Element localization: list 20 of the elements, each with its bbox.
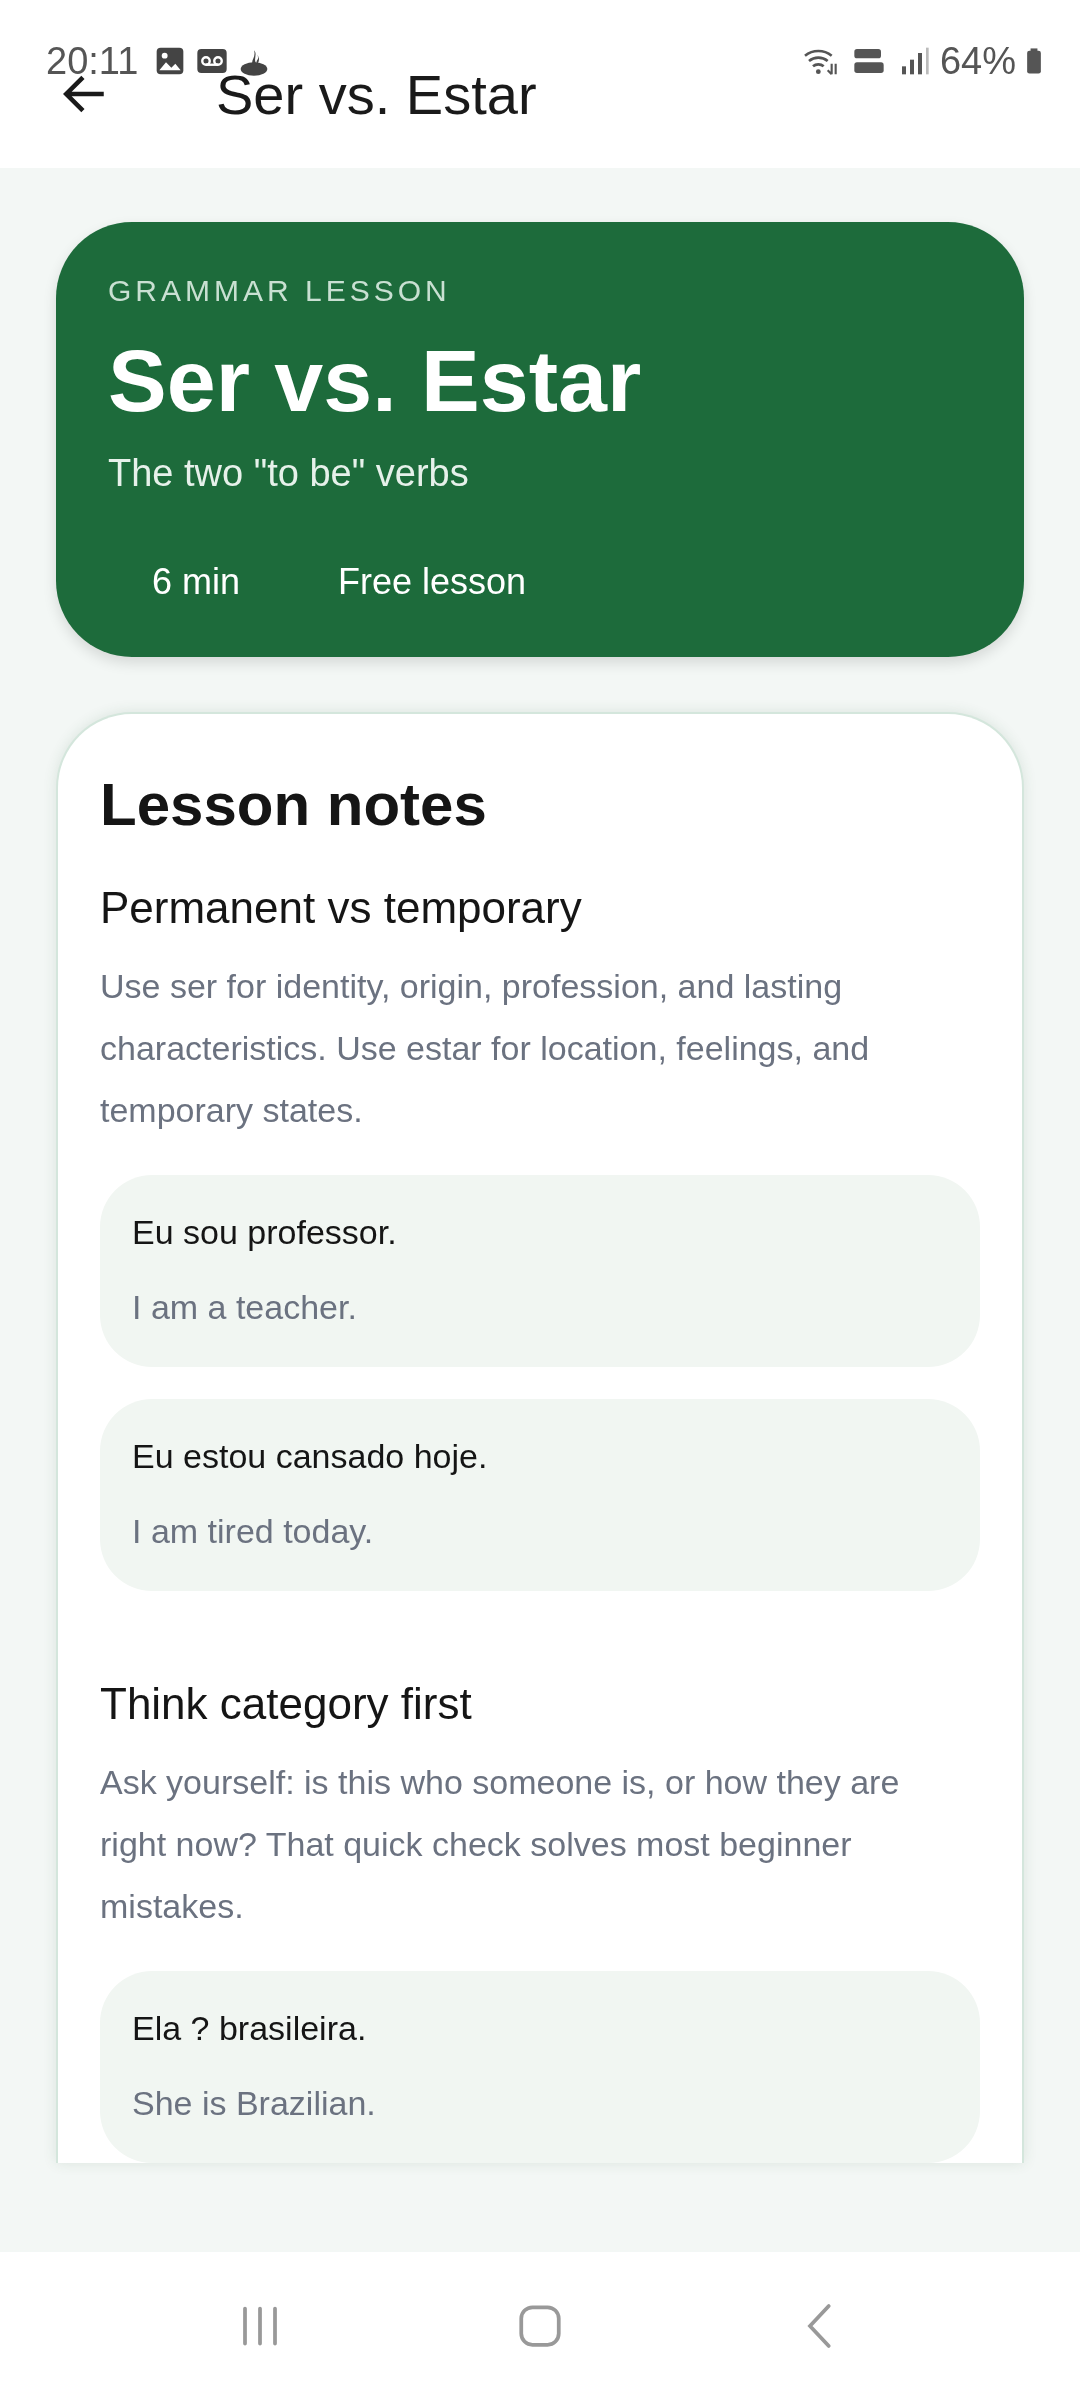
example-translation: I am tired today. [132,1512,375,1551]
lesson-meta: 6 min [152,561,241,603]
example-phrase: Eu sou professor. [132,1213,398,1252]
section-heading: Think category first [100,1679,473,1729]
battery-percentage: 64% [939,39,1016,83]
screen-title: Ser vs. Estar [216,61,537,127]
lesson-subtitle: The two "to be" verbs [108,452,470,495]
example-translation: She is Brazilian. [132,2084,377,2123]
status-time: 20:11 [46,39,139,83]
lesson-title: Ser vs. Estar [108,330,643,432]
example-phrase: Eu estou cansado hoje. [132,1437,489,1476]
section-heading: Permanent vs temporary [100,883,583,933]
battery-icon [1026,46,1042,76]
section-text: Ask yourself: is this who someone is, or how they are right now? That quick check solves most beginner mistakes. [100,1762,901,1927]
lesson-category: GRAMMAR LESSON [108,274,452,308]
notes-heading: Lesson notes [100,770,488,839]
example-translation: I am a teacher. [132,1288,358,1327]
lesson-meta: Free lesson [338,561,527,603]
section-text: Use ser for identity, origin, profession, and lasting characteristics. Use estar for location, feelings, and temporary states. [100,966,871,1131]
example-phrase: Ela ? brasileira. [132,2009,368,2048]
